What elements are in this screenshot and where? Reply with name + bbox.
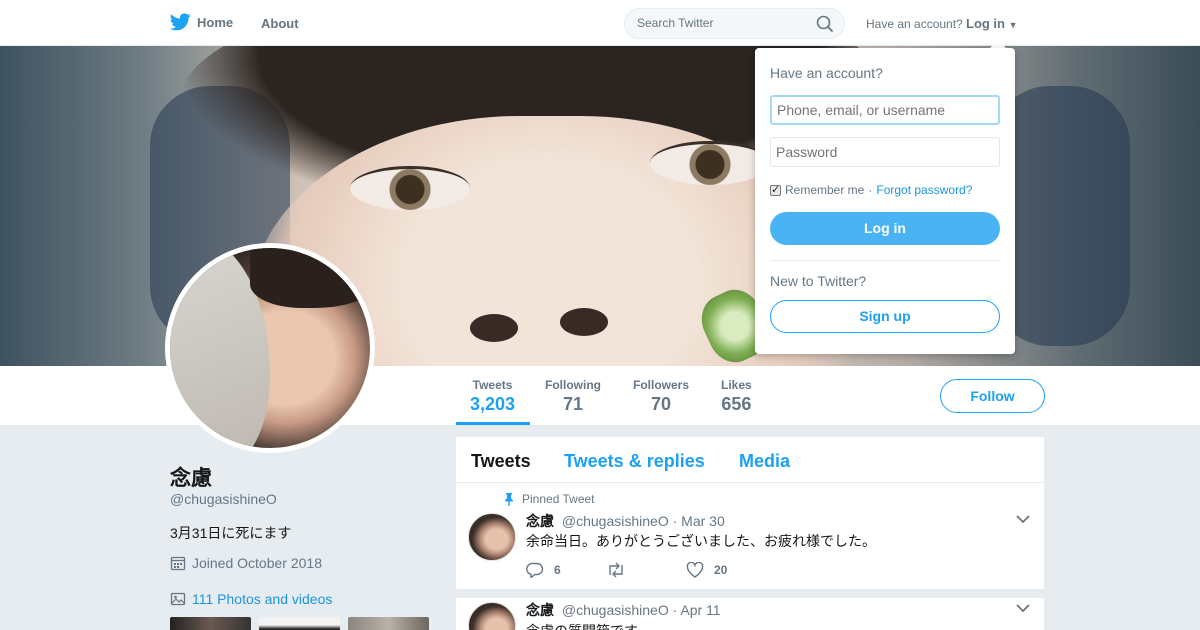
tweet-timeline: Tweets Tweets & replies Media Pinned Twe… xyxy=(456,437,1044,630)
stat-tweets[interactable]: Tweets 3,203 xyxy=(470,378,515,415)
photos-videos-label: 111 Photos and videos xyxy=(192,591,333,607)
stat-value: 70 xyxy=(650,394,672,414)
stat-label: Tweets xyxy=(472,378,513,392)
tweet-actions: 6 20 xyxy=(526,562,766,578)
search-placeholder: Search Twitter xyxy=(637,16,714,30)
banner-eye-left xyxy=(350,166,470,210)
media-thumbnail[interactable] xyxy=(170,617,251,630)
dropdown-title: Have an account? xyxy=(770,65,883,81)
profile-handle[interactable]: @chugasishineO xyxy=(170,491,277,507)
reply-icon xyxy=(526,562,544,578)
banner-nostril xyxy=(470,314,518,342)
image-icon xyxy=(170,592,186,606)
profile-name[interactable]: 念慮 xyxy=(170,462,212,492)
have-account-text: Have an account? xyxy=(866,17,963,31)
stat-following[interactable]: Following 71 xyxy=(545,378,601,415)
tweet-author-name[interactable]: 念慮 xyxy=(526,602,554,618)
remember-me-label[interactable]: Remember me xyxy=(785,183,864,197)
reply-action[interactable]: 6 xyxy=(526,562,606,578)
stat-followers[interactable]: Followers 70 xyxy=(633,378,689,415)
remember-me-checkbox[interactable] xyxy=(770,183,781,196)
tweet-text: 余命当日。ありがとうございました、お疲れ様でした。 xyxy=(526,533,876,549)
forgot-password-link[interactable]: Forgot password? xyxy=(876,183,972,197)
retweet-action[interactable] xyxy=(606,562,686,578)
dropdown-divider xyxy=(770,260,1000,261)
avatar-bangs xyxy=(250,248,370,308)
tweet-header: 念慮 @chugasishineO · Apr 11 xyxy=(526,600,721,620)
like-action[interactable]: 20 xyxy=(686,562,766,578)
tweet-author-handle[interactable]: @chugasishineO xyxy=(562,602,669,618)
new-to-twitter-text: New to Twitter? xyxy=(770,273,867,289)
tweet-item[interactable]: 念慮 @chugasishineO · Apr 11 念慮の質問箱です xyxy=(456,590,1044,630)
tweet-avatar[interactable] xyxy=(468,513,516,561)
remember-row: Remember me · Forgot password? xyxy=(770,183,972,197)
retweet-icon xyxy=(609,562,623,578)
tweet-menu-chevron-icon[interactable] xyxy=(1016,511,1030,529)
login-link-label: Log in xyxy=(966,16,1005,31)
tweet-date[interactable]: · Apr 11 xyxy=(673,602,721,618)
media-thumbnails xyxy=(170,617,429,630)
tweet-avatar[interactable] xyxy=(468,602,516,630)
nav-home[interactable]: Home xyxy=(170,13,233,31)
pin-icon xyxy=(505,492,513,506)
heart-icon xyxy=(686,562,704,578)
tab-tweets-replies[interactable]: Tweets & replies xyxy=(564,451,705,472)
tab-media[interactable]: Media xyxy=(739,451,790,472)
follow-button[interactable]: Follow xyxy=(940,379,1045,413)
like-count: 20 xyxy=(714,563,728,577)
login-button[interactable]: Log in xyxy=(770,212,1000,245)
tab-tweets[interactable]: Tweets xyxy=(471,451,531,472)
top-nav: Home About Search Twitter Have an accoun… xyxy=(0,0,1200,46)
stat-value: 71 xyxy=(562,394,584,414)
username-field[interactable] xyxy=(770,95,1000,125)
profile-bio: 3月31日に死にます xyxy=(170,525,292,541)
pinned-text: Pinned Tweet xyxy=(522,492,595,506)
tweet-text: 念慮の質問箱です xyxy=(526,621,638,630)
profile-joined: Joined October 2018 xyxy=(170,555,322,571)
search-icon[interactable] xyxy=(816,15,834,33)
tweet-author-handle[interactable]: @chugasishineO xyxy=(562,513,669,529)
profile-avatar[interactable] xyxy=(165,243,375,453)
nav-about[interactable]: About xyxy=(261,16,299,31)
login-dropdown-toggle[interactable]: Log in ▼ xyxy=(966,16,1018,31)
photos-videos-link[interactable]: 111 Photos and videos xyxy=(170,591,332,607)
tweet-date[interactable]: · Mar 30 xyxy=(673,513,725,529)
nav-home-label: Home xyxy=(197,14,234,30)
stat-label: Followers xyxy=(633,378,690,392)
reply-count: 6 xyxy=(554,563,561,577)
active-stat-underline xyxy=(456,422,530,425)
stat-value: 3,203 xyxy=(470,394,516,414)
media-thumbnail[interactable] xyxy=(259,617,340,630)
stat-value: 656 xyxy=(721,394,752,414)
timeline-tabs: Tweets Tweets & replies Media xyxy=(456,437,1044,483)
search-input[interactable]: Search Twitter xyxy=(624,8,845,39)
banner-eye-right xyxy=(650,141,770,185)
password-field[interactable] xyxy=(770,137,1000,167)
stat-label: Likes xyxy=(721,378,752,392)
stat-label: Following xyxy=(545,378,601,392)
caret-down-icon: ▼ xyxy=(1008,20,1018,30)
media-thumbnail[interactable] xyxy=(348,617,429,630)
stat-likes[interactable]: Likes 656 xyxy=(721,378,752,415)
pinned-label: Pinned Tweet xyxy=(504,492,595,506)
tweet-author-name[interactable]: 念慮 xyxy=(526,513,554,529)
login-dropdown: Have an account? Remember me · Forgot pa… xyxy=(755,48,1015,354)
twitter-bird-icon xyxy=(170,13,191,31)
tweet-item[interactable]: Pinned Tweet 念慮 @chugasishineO · Mar 30 … xyxy=(456,483,1044,590)
signup-button[interactable]: Sign up xyxy=(770,300,1000,333)
tweet-header: 念慮 @chugasishineO · Mar 30 xyxy=(526,511,725,531)
tweet-menu-chevron-icon[interactable] xyxy=(1016,600,1030,618)
joined-text: Joined October 2018 xyxy=(192,555,322,571)
banner-nostril xyxy=(560,308,608,336)
calendar-icon xyxy=(170,556,186,571)
